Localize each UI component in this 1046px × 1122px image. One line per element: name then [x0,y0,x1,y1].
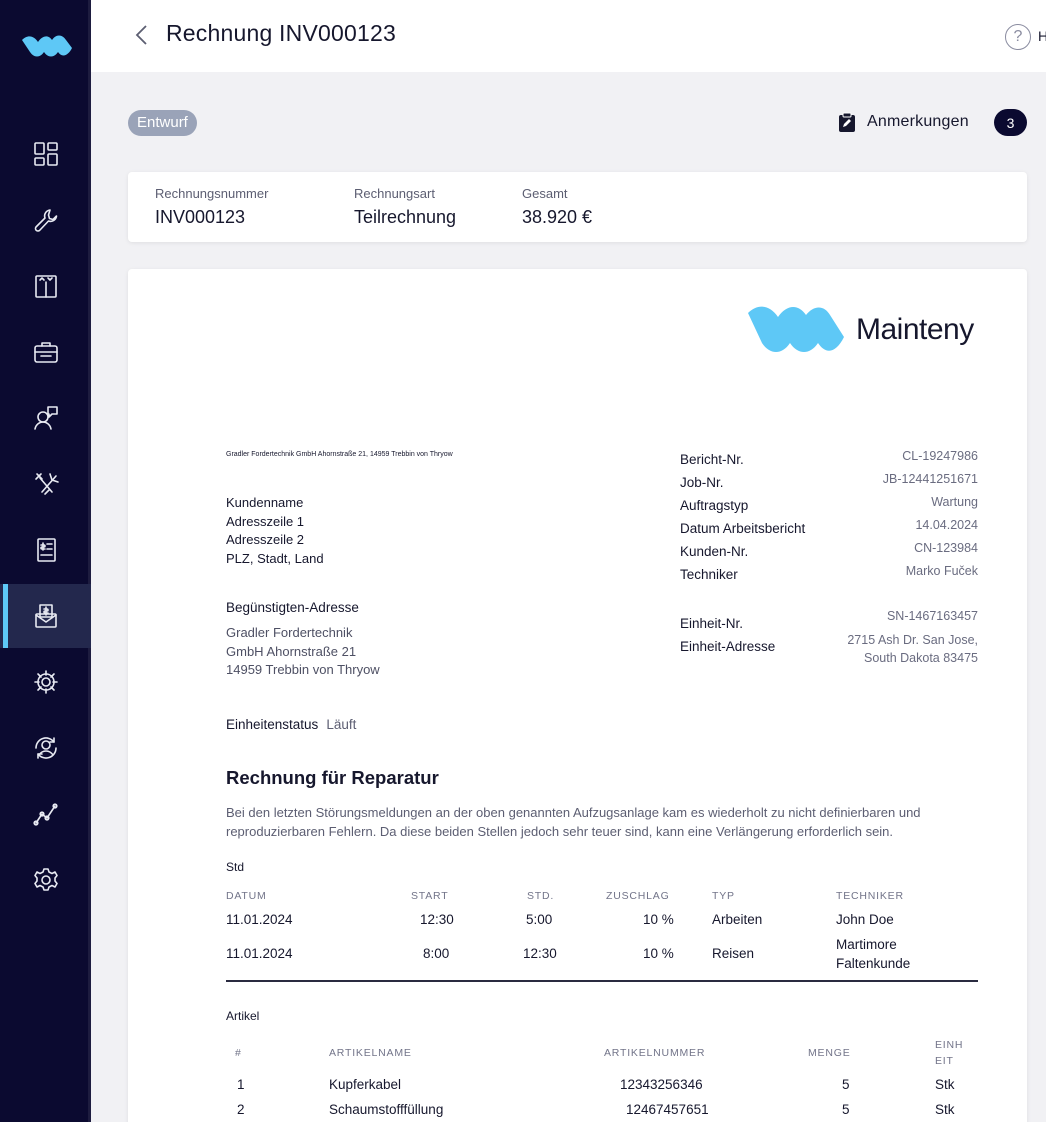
sidebar-item-invoices[interactable] [0,584,91,648]
settings-icon [33,868,58,891]
wrench-icon [34,209,57,232]
sidebar-item-reports[interactable] [0,518,91,582]
invoice-document: Mainteny Gradler Fordertechnik GmbH Ahor… [128,269,1027,1122]
elevator-icon [34,275,57,298]
sidebar [0,0,91,1122]
unit-status: Einheitenstatus Läuft [226,717,357,732]
clipboard-edit-icon[interactable] [838,112,856,132]
back-chevron-icon[interactable] [131,22,153,48]
brand-name: Mainteny [856,313,974,346]
help-icon[interactable]: ? [1005,24,1031,50]
mainteny-logo-icon[interactable] [20,30,74,62]
sender-address-line: Gradler Fordertechnik GmbH Ahornstraße 2… [226,451,453,458]
summary-invoice-number: Rechnungsnummer INV000123 [155,186,269,227]
sidebar-item-settings[interactable] [0,848,91,912]
section-title: Rechnung für Reparatur [226,767,439,788]
invoice-summary-card: Rechnungsnummer INV000123 Rechnungsart T… [128,172,1027,242]
sidebar-item-parts[interactable] [0,650,91,714]
invoice-description: Bei den letzten Störungsmeldungen an der… [226,805,921,839]
page-title: Rechnung INV000123 [166,20,396,46]
report-icon [36,538,56,562]
invoice-icon [34,604,57,628]
help-label[interactable]: H [1038,28,1046,44]
unit-status-value: Läuft [326,717,357,732]
notes-count-badge: 3 [994,109,1027,136]
topbar: Rechnung INV000123 ? H [91,0,1046,72]
sidebar-item-dashboard[interactable] [0,122,91,186]
summary-invoice-type: Rechnungsart Teilrechnung [354,186,457,227]
sidebar-item-analytics[interactable] [0,782,91,846]
summary-total: Gesamt 38.920 € [522,186,593,227]
table-divider [226,980,978,982]
mainteny-logo-icon [748,306,844,352]
brand-logo: Mainteny [748,303,983,359]
sidebar-item-sync[interactable] [0,716,91,780]
notes-button[interactable]: Anmerkungen [867,113,969,131]
briefcase-icon [33,342,58,363]
sidebar-item-jobs[interactable] [0,320,91,384]
items-table-title: Artikel [226,1009,260,1023]
tools-icon [34,473,59,495]
hours-table-title: Std [226,860,245,874]
user-sync-icon [34,737,57,759]
sidebar-item-maintenance[interactable] [0,188,91,252]
sidebar-item-elevators[interactable] [0,254,91,318]
chart-line-icon [32,803,58,826]
cog-icon [33,670,58,694]
status-badge: Entwurf [128,110,197,136]
customer-address: Kundenname Adresszeile 1 Adresszeile 2 P… [226,495,324,567]
sidebar-item-technicians[interactable] [0,452,91,516]
user-chat-icon [33,406,58,430]
sidebar-item-customers[interactable] [0,386,91,450]
beneficiary-title: Begünstigten-Adresse [226,600,359,615]
dashboard-icon [33,142,58,166]
beneficiary-address: Gradler Fordertechnik GmbH Ahornstraße 2… [226,625,380,678]
